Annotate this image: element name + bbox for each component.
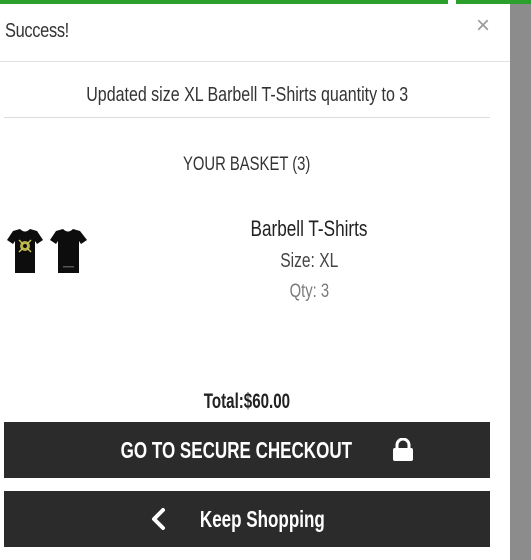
close-icon[interactable]: ×	[476, 14, 490, 38]
item-size: Size: XL	[279, 250, 339, 272]
tshirt-back-icon	[50, 229, 87, 273]
page-scrollbar[interactable]	[510, 4, 531, 560]
chevron-left-icon	[148, 507, 178, 531]
update-message: Updated size XL Barbell T-Shirts quantit…	[4, 84, 490, 107]
item-name[interactable]: Barbell T-Shirts	[196, 216, 422, 242]
item-quantity: Qty: 3	[289, 281, 329, 302]
basket-heading-text: YOUR BASKET (3)	[183, 154, 311, 175]
checkout-button-label: GO TO SECURE CHECKOUT	[120, 436, 352, 463]
modal-title: Success!	[5, 20, 69, 42]
basket-heading: YOUR BASKET (3)	[4, 154, 490, 176]
basket-total: Total:$60.00	[203, 390, 291, 413]
lock-icon	[392, 438, 414, 462]
secure-checkout-button[interactable]: GO TO SECURE CHECKOUT	[4, 422, 490, 478]
tshirt-front-icon	[7, 229, 43, 273]
keep-shopping-button[interactable]: Keep Shopping	[4, 491, 490, 547]
update-message-text: Updated size XL Barbell T-Shirts quantit…	[86, 84, 408, 106]
message-divider	[4, 117, 490, 118]
keep-shopping-label: Keep Shopping	[199, 505, 325, 532]
tshirt-thumbnail	[7, 229, 87, 273]
header-divider	[0, 61, 510, 62]
